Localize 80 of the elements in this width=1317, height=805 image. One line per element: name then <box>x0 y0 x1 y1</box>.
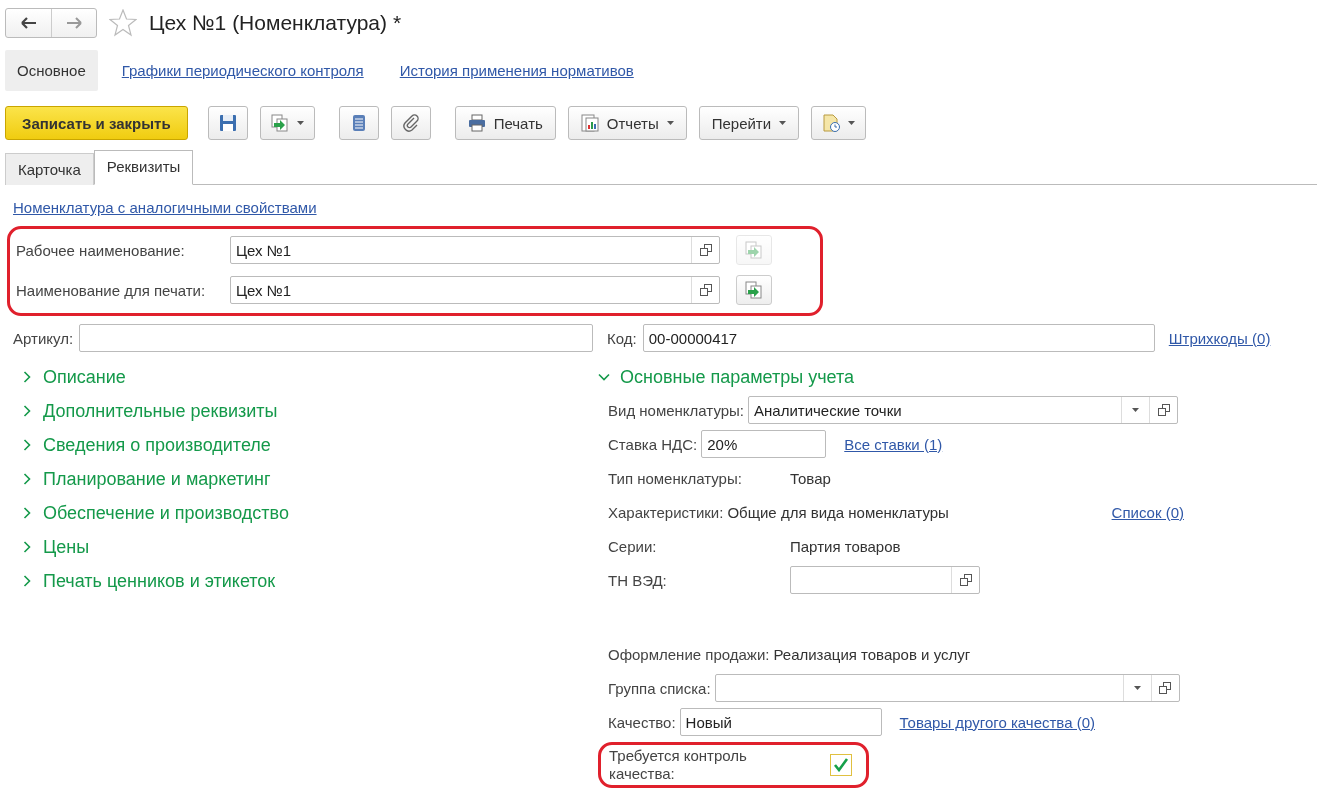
field-label: Характеристики: <box>608 503 724 521</box>
field-label: Требуется контроль качества: <box>609 747 748 783</box>
copy-name-button[interactable] <box>736 235 772 265</box>
left-arrow-icon <box>20 16 37 29</box>
field-label: Артикул: <box>13 329 74 347</box>
text-field[interactable]: Новый <box>679 708 882 736</box>
field-value: Партия товаров <box>790 537 902 555</box>
field-value: Реализация товаров и услуг <box>773 645 971 663</box>
code-field[interactable]: 00-00000417 <box>642 324 1155 352</box>
field-label: Рабочее наименование: <box>16 241 186 259</box>
go-to-button[interactable]: Перейти <box>698 106 800 140</box>
field-label: Ставка НДС: <box>608 435 698 453</box>
similar-items-link[interactable]: Номенклатура с аналогичными свойствами <box>13 199 317 216</box>
field-value: Товар <box>790 469 832 487</box>
field-label: Качество: <box>608 713 676 731</box>
checkbox[interactable] <box>830 754 852 776</box>
group-header[interactable]: Обеспечение и производство <box>21 500 598 526</box>
name-field[interactable]: Цех №1 <box>230 236 720 264</box>
link[interactable]: Все ставки (1) <box>844 435 943 453</box>
field-label: Группа списка: <box>608 679 711 697</box>
paperclip-icon <box>401 114 420 132</box>
list-button[interactable] <box>338 106 379 140</box>
article-field[interactable] <box>79 324 594 352</box>
open-icon <box>699 244 712 256</box>
field-value: Общие для вида номенклатуры <box>727 503 949 521</box>
copy-icon <box>745 241 763 259</box>
group-header[interactable]: Сведения о производителе <box>21 432 598 458</box>
open-icon <box>959 574 972 586</box>
field-label: Серии: <box>608 537 658 555</box>
document-button[interactable] <box>811 106 867 140</box>
field-label: ТН ВЭД: <box>608 571 668 589</box>
open-icon <box>699 284 712 296</box>
caret-icon <box>1133 686 1141 690</box>
group-header[interactable]: Основные параметры учета <box>598 364 1198 390</box>
name-field[interactable]: Цех №1 <box>230 276 720 304</box>
select-field[interactable]: Аналитические точки <box>748 396 1179 424</box>
field-label: Код: <box>607 329 637 347</box>
link[interactable]: Список (0) <box>1111 503 1184 521</box>
group-header[interactable]: Дополнительные реквизиты <box>21 398 598 424</box>
group-header[interactable]: Цены <box>21 534 598 560</box>
tab[interactable]: Реквизиты <box>93 150 194 185</box>
group-header[interactable]: Описание <box>21 364 598 390</box>
window-title: Цех №1 (Номенклатура) * <box>149 10 402 35</box>
barcodes-link[interactable]: Штрихкоды (0) <box>1168 329 1271 347</box>
caret-icon <box>848 121 856 125</box>
link[interactable]: Товары другого качества (0) <box>899 713 1095 731</box>
field-label: Наименование для печати: <box>16 281 207 299</box>
caret-icon <box>666 121 674 125</box>
caret-icon <box>296 121 304 125</box>
field-label: Оформление продажи: <box>608 645 770 663</box>
open-icon <box>1157 404 1170 416</box>
caret-icon <box>779 121 787 125</box>
report-icon <box>580 114 599 132</box>
printer-icon <box>467 114 486 132</box>
field-label: Вид номенклатуры: <box>608 401 745 419</box>
section-link[interactable]: Основное <box>5 49 98 91</box>
open-icon <box>1159 682 1172 694</box>
star-icon[interactable] <box>109 8 137 37</box>
document-clock-icon <box>822 114 841 132</box>
attach-button[interactable] <box>390 106 431 140</box>
checkmark-icon <box>833 758 849 772</box>
caret-icon <box>1132 408 1140 412</box>
copy-button[interactable] <box>259 106 315 140</box>
reports-button[interactable]: Отчеты <box>567 106 687 140</box>
input-field[interactable] <box>790 566 980 594</box>
text-field[interactable]: 20% <box>701 430 827 458</box>
copy-icon <box>270 114 289 132</box>
copy-icon <box>745 281 763 299</box>
tab[interactable]: Карточка <box>5 153 94 185</box>
group-header[interactable]: Печать ценников и этикеток <box>21 568 598 594</box>
print-button[interactable]: Печать <box>454 106 556 140</box>
section-link[interactable]: Графики периодического контроля <box>109 49 376 91</box>
right-arrow-icon <box>66 16 82 29</box>
copy-name-button[interactable] <box>736 275 772 305</box>
group-header[interactable]: Планирование и маркетинг <box>21 466 598 492</box>
section-link[interactable]: История применения нормативов <box>387 49 646 91</box>
save-and-close-button[interactable]: Записать и закрыть <box>5 106 188 140</box>
select-field[interactable] <box>714 674 1180 702</box>
save-button[interactable] <box>207 106 248 140</box>
field-label: Тип номенклатуры: <box>608 469 743 487</box>
